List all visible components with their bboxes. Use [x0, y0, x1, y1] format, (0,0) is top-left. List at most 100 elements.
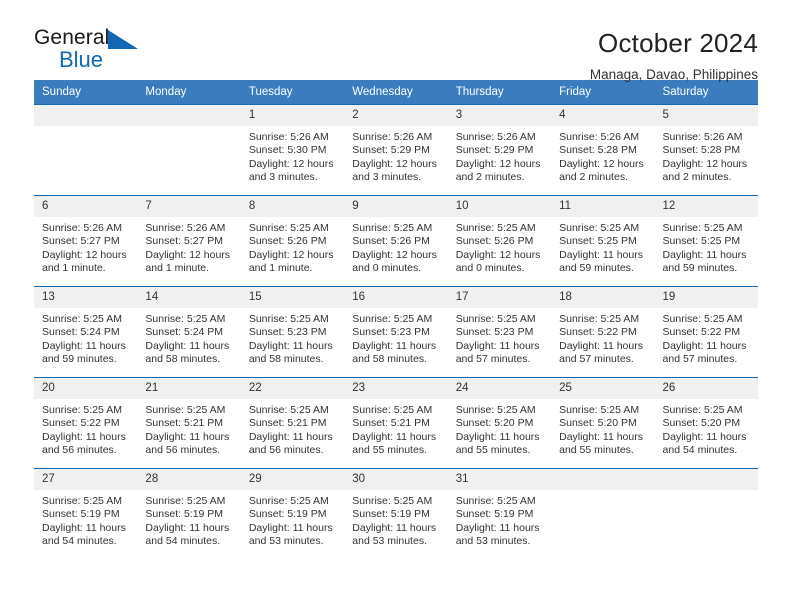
day-sun-info: Sunrise: 5:26 AM Sunset: 5:30 PM Daylight:… — [241, 126, 344, 185]
day-info-line: Sunrise: 5:25 AM — [662, 404, 743, 416]
day-info-line: Sunrise: 5:25 AM — [145, 404, 226, 416]
calendar-day-cell[interactable]: 19 Sunrise: 5:25 AM Sunset: 5:22 PM Dayligh… — [654, 286, 758, 378]
day-info-line: and 2 minutes. — [455, 171, 525, 184]
day-info-line: and 58 minutes. — [248, 353, 324, 366]
day-number: 8 — [240, 196, 345, 217]
calendar-day-cell[interactable]: 29 Sunrise: 5:25 AM Sunset: 5:19 PM Dayligh… — [240, 468, 345, 559]
day-info-line: Sunset: 5:29 PM — [455, 144, 534, 157]
calendar-day-cell[interactable]: 24 Sunrise: 5:25 AM Sunset: 5:20 PM Dayligh… — [447, 377, 552, 469]
day-info-line: and 54 minutes. — [42, 535, 117, 548]
day-info-line: Sunrise: 5:25 AM — [455, 222, 536, 234]
day-info-line: and 57 minutes. — [662, 353, 738, 366]
calendar-day-cell[interactable]: 20 Sunrise: 5:25 AM Sunset: 5:22 PM Dayligh… — [34, 377, 138, 469]
day-sun-info: Sunrise: 5:26 AM Sunset: 5:29 PM Daylight:… — [448, 126, 551, 185]
day-number: 2 — [344, 105, 448, 126]
weekday-header-sunday: Sunday — [34, 80, 138, 105]
day-info-line: Sunrise: 5:25 AM — [455, 495, 536, 507]
calendar-body: 1 Sunrise: 5:26 AM Sunset: 5:30 PM Daylight… — [34, 104, 758, 559]
calendar-day-cell[interactable]: 21 Sunrise: 5:25 AM Sunset: 5:21 PM Dayligh… — [137, 377, 241, 469]
calendar-day-cell[interactable]: 8 Sunrise: 5:25 AM Sunset: 5:26 PM Daylight… — [240, 195, 345, 287]
day-info-line: Daylight: 11 hours — [42, 521, 126, 534]
day-sun-info: Sunrise: 5:25 AM Sunset: 5:23 PM Daylight:… — [344, 308, 447, 367]
day-info-line: Daylight: 12 hours — [352, 248, 437, 261]
day-number: 26 — [654, 378, 758, 399]
calendar-day-cell[interactable]: 18 Sunrise: 5:25 AM Sunset: 5:22 PM Dayligh… — [551, 286, 655, 378]
calendar-day-cell[interactable]: 22 Sunrise: 5:25 AM Sunset: 5:21 PM Dayligh… — [240, 377, 345, 469]
day-sun-info: Sunrise: 5:25 AM Sunset: 5:26 PM Daylight:… — [344, 217, 447, 276]
calendar-day-cell[interactable]: 5 Sunrise: 5:26 AM Sunset: 5:28 PM Daylight… — [654, 104, 758, 196]
day-info-line: Daylight: 11 hours — [352, 430, 437, 443]
calendar-day-cell[interactable]: 1 Sunrise: 5:26 AM Sunset: 5:30 PM Daylight… — [240, 104, 345, 196]
day-sun-info: Sunrise: 5:26 AM Sunset: 5:27 PM Daylight:… — [137, 217, 240, 276]
day-info-line: Sunset: 5:22 PM — [559, 326, 637, 339]
calendar-day-cell[interactable]: 4 Sunrise: 5:26 AM Sunset: 5:28 PM Daylight… — [551, 104, 655, 196]
calendar-day-cell[interactable]: 2 Sunrise: 5:26 AM Sunset: 5:29 PM Daylight… — [344, 104, 448, 196]
calendar-day-cell[interactable]: 13 Sunrise: 5:25 AM Sunset: 5:24 PM Dayligh… — [34, 286, 138, 378]
calendar-day-cell[interactable]: 30 Sunrise: 5:25 AM Sunset: 5:19 PM Dayligh… — [344, 468, 448, 559]
day-info-line: and 1 minute. — [145, 262, 210, 275]
general-blue-logo[interactable]: General Blue — [34, 26, 154, 78]
day-sun-info: Sunrise: 5:25 AM Sunset: 5:19 PM Daylight:… — [448, 490, 551, 549]
calendar-day-cell[interactable]: 28 Sunrise: 5:25 AM Sunset: 5:19 PM Dayligh… — [137, 468, 241, 559]
day-info-line: Sunrise: 5:25 AM — [455, 313, 536, 325]
day-number: 11 — [551, 196, 655, 217]
day-sun-info: Sunrise: 5:25 AM Sunset: 5:21 PM Daylight:… — [137, 399, 240, 458]
calendar-day-cell[interactable]: 11 Sunrise: 5:25 AM Sunset: 5:25 PM Dayligh… — [551, 195, 655, 287]
day-info-line: and 54 minutes. — [145, 535, 221, 548]
day-sun-info: Sunrise: 5:25 AM Sunset: 5:25 PM Daylight:… — [551, 217, 654, 276]
day-sun-info: Sunrise: 5:25 AM Sunset: 5:19 PM Daylight:… — [241, 490, 344, 549]
calendar-day-cell[interactable]: 23 Sunrise: 5:25 AM Sunset: 5:21 PM Dayligh… — [344, 377, 448, 469]
day-info-line: Sunrise: 5:25 AM — [559, 313, 640, 325]
calendar-week-row: 6 Sunrise: 5:26 AM Sunset: 5:27 PM Daylight… — [34, 195, 758, 287]
day-number: 15 — [240, 287, 345, 308]
day-info-line: and 53 minutes. — [455, 535, 531, 548]
day-info-line: Sunrise: 5:26 AM — [248, 131, 329, 143]
calendar-day-cell[interactable]: 17 Sunrise: 5:25 AM Sunset: 5:23 PM Dayligh… — [447, 286, 552, 378]
day-number: 16 — [344, 287, 448, 308]
day-info-line: Sunrise: 5:25 AM — [145, 313, 226, 325]
day-info-line: and 3 minutes. — [352, 171, 422, 184]
day-info-line: Sunrise: 5:25 AM — [248, 313, 329, 325]
day-info-line: Sunset: 5:24 PM — [42, 326, 120, 339]
day-sun-info: Sunrise: 5:25 AM Sunset: 5:22 PM Daylight:… — [551, 308, 654, 367]
day-info-line: and 58 minutes. — [352, 353, 427, 366]
day-info-line: Sunset: 5:27 PM — [145, 235, 224, 248]
calendar-day-cell[interactable]: 9 Sunrise: 5:25 AM Sunset: 5:26 PM Daylight… — [344, 195, 448, 287]
weekday-header-tuesday: Tuesday — [240, 80, 345, 105]
day-info-line: Sunset: 5:26 PM — [248, 235, 327, 248]
calendar-day-cell[interactable]: 7 Sunrise: 5:26 AM Sunset: 5:27 PM Daylight… — [137, 195, 241, 287]
day-info-line: Sunrise: 5:25 AM — [662, 222, 743, 234]
day-info-line: Sunrise: 5:26 AM — [559, 131, 640, 143]
page-subtitle: Managa, Davao, Philippines — [589, 67, 758, 82]
calendar-day-cell[interactable]: 12 Sunrise: 5:25 AM Sunset: 5:25 PM Dayligh… — [654, 195, 758, 287]
calendar-day-cell[interactable]: 10 Sunrise: 5:25 AM Sunset: 5:26 PM Dayligh… — [447, 195, 552, 287]
day-sun-info: Sunrise: 5:25 AM Sunset: 5:23 PM Daylight:… — [448, 308, 551, 367]
day-info-line: Sunset: 5:27 PM — [42, 235, 120, 248]
calendar-day-cell[interactable]: 26 Sunrise: 5:25 AM Sunset: 5:20 PM Dayligh… — [654, 377, 758, 469]
logo-text-blue: Blue — [59, 47, 104, 72]
day-sun-info: Sunrise: 5:25 AM Sunset: 5:21 PM Daylight:… — [344, 399, 447, 458]
calendar-day-cell[interactable]: 27 Sunrise: 5:25 AM Sunset: 5:19 PM Dayligh… — [34, 468, 138, 559]
day-sun-info: Sunrise: 5:25 AM Sunset: 5:21 PM Daylight:… — [241, 399, 344, 458]
day-info-line: Daylight: 12 hours — [662, 157, 748, 170]
calendar-day-cell-empty — [34, 104, 138, 196]
day-info-line: Sunset: 5:21 PM — [352, 417, 430, 430]
calendar-day-cell[interactable]: 6 Sunrise: 5:26 AM Sunset: 5:27 PM Daylight… — [34, 195, 138, 287]
day-info-line: and 59 minutes. — [42, 353, 117, 366]
calendar-day-cell[interactable]: 31 Sunrise: 5:25 AM Sunset: 5:19 PM Dayligh… — [447, 468, 552, 559]
calendar-day-cell[interactable]: 3 Sunrise: 5:26 AM Sunset: 5:29 PM Daylight… — [447, 104, 552, 196]
day-number: 27 — [34, 469, 138, 490]
calendar-day-cell[interactable]: 15 Sunrise: 5:25 AM Sunset: 5:23 PM Dayligh… — [240, 286, 345, 378]
day-info-line: Daylight: 11 hours — [559, 248, 643, 261]
day-number: 14 — [137, 287, 241, 308]
day-info-line: and 59 minutes. — [559, 262, 634, 275]
day-info-line: Sunset: 5:20 PM — [455, 417, 534, 430]
day-info-line: and 58 minutes. — [145, 353, 221, 366]
calendar-day-cell[interactable]: 16 Sunrise: 5:25 AM Sunset: 5:23 PM Dayligh… — [344, 286, 448, 378]
day-info-line: Daylight: 11 hours — [455, 521, 540, 534]
day-info-line: Daylight: 12 hours — [248, 248, 334, 261]
day-sun-info: Sunrise: 5:25 AM Sunset: 5:19 PM Daylight:… — [137, 490, 240, 549]
calendar-day-cell[interactable]: 25 Sunrise: 5:25 AM Sunset: 5:20 PM Dayligh… — [551, 377, 655, 469]
calendar-day-cell[interactable]: 14 Sunrise: 5:25 AM Sunset: 5:24 PM Dayligh… — [137, 286, 241, 378]
page-title: October 2024 — [598, 28, 758, 58]
